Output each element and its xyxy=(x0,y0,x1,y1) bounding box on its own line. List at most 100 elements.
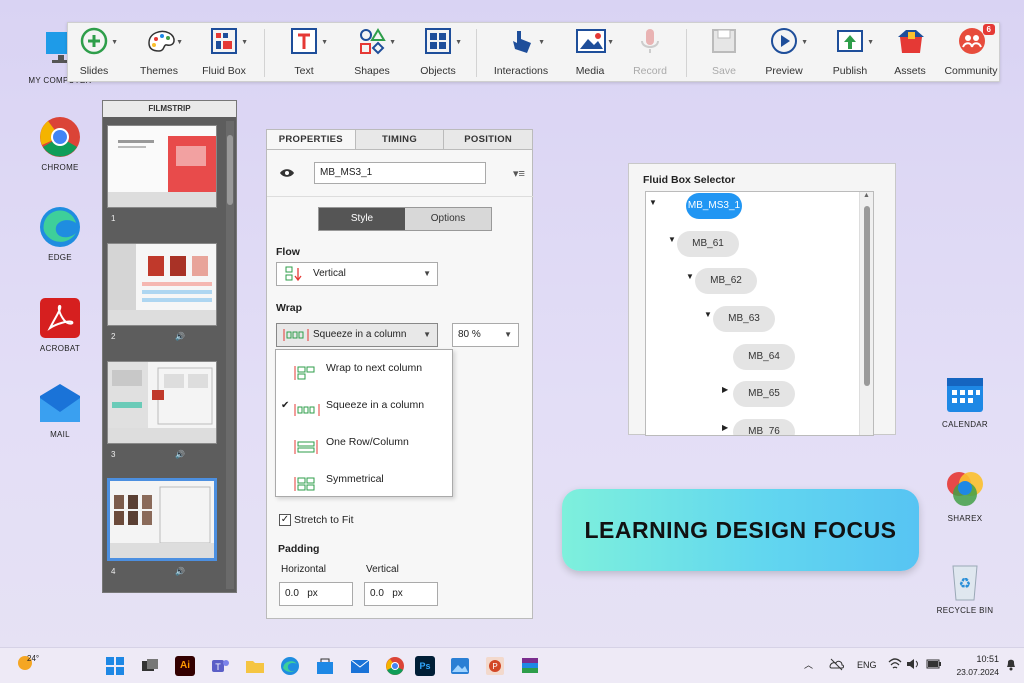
filmstrip-scrollbar[interactable] xyxy=(226,121,234,589)
tree-node-mb-76[interactable]: MB_76 xyxy=(733,419,795,435)
objects-button[interactable]: ▼ Objects xyxy=(414,27,462,81)
slide-thumbnail-2[interactable] xyxy=(107,243,217,326)
tab-position[interactable]: POSITION xyxy=(444,130,532,149)
expand-triangle-icon[interactable]: ▼ xyxy=(649,198,657,207)
tab-properties[interactable]: PROPERTIES xyxy=(267,130,356,149)
tree-node-mb-ms3-1[interactable]: MB_MS3_1 xyxy=(686,193,742,219)
horizontal-padding-input[interactable]: 0.0 px xyxy=(279,582,353,606)
desktop-icon-edge[interactable]: EDGE xyxy=(20,205,100,262)
text-icon: ▼ xyxy=(290,27,328,55)
sharex-icon xyxy=(943,466,987,510)
desktop-icon-sharex[interactable]: SHAREX xyxy=(925,466,1005,523)
expand-triangle-icon[interactable]: ▼ xyxy=(668,235,676,244)
tree-node-mb-62[interactable]: MB_62 xyxy=(695,268,757,294)
teams-icon[interactable]: T xyxy=(210,656,230,676)
expand-triangle-icon[interactable]: ▼ xyxy=(686,272,694,281)
text-button[interactable]: ▼ Text xyxy=(282,27,328,81)
notification-bell-icon[interactable] xyxy=(1005,657,1017,673)
wifi-icon[interactable] xyxy=(888,657,902,673)
publish-button[interactable]: ▼ Publish xyxy=(826,27,874,81)
properties-tabs: PROPERTIES TIMING POSITION xyxy=(267,130,532,150)
audio-icon: 🔊 xyxy=(175,332,185,341)
subtab-options[interactable]: Options xyxy=(405,208,491,230)
wrap-option-symmetrical[interactable]: Symmetrical xyxy=(276,461,454,498)
visibility-eye-icon[interactable] xyxy=(279,166,295,184)
file-explorer-icon[interactable] xyxy=(245,656,265,676)
wrap-percent-dropdown[interactable]: 80 % ▼ xyxy=(452,323,519,347)
desktop-icon-mail[interactable]: MAIL xyxy=(20,382,100,439)
stretch-to-fit-checkbox[interactable]: ✓ xyxy=(279,514,291,526)
tab-timing[interactable]: TIMING xyxy=(356,130,445,149)
scrollbar-thumb[interactable] xyxy=(864,206,870,386)
mail-taskbar-icon[interactable] xyxy=(350,656,370,676)
filmstrip-panel: FILMSTRIP 1 2 🔊 3 🔊 4 🔊 xyxy=(102,100,237,593)
expand-triangle-icon[interactable]: ▼ xyxy=(704,310,712,319)
notification-badge: 6 xyxy=(982,24,995,35)
onedrive-offline-icon[interactable] xyxy=(828,657,844,673)
photoshop-icon[interactable]: Ps xyxy=(415,656,435,676)
tree-scrollbar[interactable]: ▲ xyxy=(859,192,873,435)
toolbar-label: Fluid Box xyxy=(202,65,246,77)
media-button[interactable]: ▼ Media xyxy=(568,27,614,81)
vertical-padding-input[interactable]: 0.0 px xyxy=(364,582,438,606)
flow-dropdown[interactable]: Vertical ▼ xyxy=(276,262,438,286)
powerpoint-icon[interactable]: P xyxy=(485,656,505,676)
desktop-icon-recycle-bin[interactable]: ♻ RECYCLE BIN xyxy=(925,558,1005,615)
desktop-icon-chrome[interactable]: CHROME xyxy=(20,115,100,172)
toolbar-separator xyxy=(686,29,687,77)
winrar-icon[interactable] xyxy=(520,656,540,676)
slide-thumbnail-1[interactable] xyxy=(107,125,217,208)
object-name-field[interactable]: MB_MS3_1 xyxy=(314,162,486,184)
clock-time[interactable]: 10:51 xyxy=(975,654,999,664)
svg-text:♻: ♻ xyxy=(959,575,972,591)
save-button[interactable]: Save xyxy=(702,27,746,81)
tree-node-mb-61[interactable]: MB_61 xyxy=(677,231,739,257)
task-view-icon[interactable] xyxy=(140,656,160,676)
collapse-triangle-icon[interactable]: ▶ xyxy=(722,423,728,432)
shapes-button[interactable]: ▼ Shapes xyxy=(348,27,396,81)
tree-node-mb-64[interactable]: MB_64 xyxy=(733,344,795,370)
tree-node-mb-65[interactable]: MB_65 xyxy=(733,381,795,407)
fluid-box-button[interactable]: ▼ Fluid Box xyxy=(198,27,250,81)
vertical-padding-value: 0.0 xyxy=(370,588,384,599)
chrome-taskbar-icon[interactable] xyxy=(385,656,405,676)
wrap-option-wrap-to-next-column[interactable]: Wrap to next column xyxy=(276,350,454,387)
toolbar-label: Publish xyxy=(832,65,868,77)
language-indicator[interactable]: ENG xyxy=(857,660,877,670)
collapse-triangle-icon[interactable]: ▶ xyxy=(722,385,728,394)
themes-button[interactable]: ▼ Themes xyxy=(134,27,184,81)
wrap-option-squeeze-in-a-column[interactable]: ✔ Squeeze in a column xyxy=(276,387,454,424)
tree-node-mb-63[interactable]: MB_63 xyxy=(713,306,775,332)
desktop-icon-acrobat[interactable]: ACROBAT xyxy=(20,296,100,353)
wrap-label: Wrap xyxy=(276,302,303,314)
show-hidden-icons-chevron[interactable]: ︿ xyxy=(804,658,813,671)
record-button[interactable]: Record xyxy=(628,27,672,81)
scrollbar-thumb[interactable] xyxy=(227,135,233,205)
toolbar-label: Objects xyxy=(420,65,456,77)
desktop-icon-label: SHAREX xyxy=(947,514,983,523)
battery-icon[interactable] xyxy=(926,658,942,672)
assets-button[interactable]: Assets xyxy=(888,27,932,81)
photos-icon[interactable] xyxy=(450,656,470,676)
wrap-option-one-row-column[interactable]: One Row/Column xyxy=(276,424,454,461)
volume-icon[interactable] xyxy=(906,658,920,672)
clock-date[interactable]: 23.07.2024 xyxy=(953,667,999,677)
slides-button[interactable]: ▼ Slides xyxy=(72,27,118,81)
edge-taskbar-icon[interactable] xyxy=(280,656,300,676)
community-button[interactable]: 6 Community xyxy=(942,24,1000,81)
preview-button[interactable]: ▼ Preview xyxy=(762,27,808,81)
interactions-button[interactable]: ▼ Interactions xyxy=(492,27,550,81)
wrap-dropdown[interactable]: Squeeze in a column ▼ xyxy=(276,323,438,347)
filmstrip-title: FILMSTRIP xyxy=(103,101,236,117)
store-icon[interactable] xyxy=(315,656,335,676)
desktop-icon-calendar[interactable]: CALENDAR xyxy=(925,372,1005,429)
subtab-style[interactable]: Style xyxy=(319,208,405,230)
wrap-options-menu: Wrap to next column ✔ Squeeze in a colum… xyxy=(275,349,453,497)
slide-thumbnail-4[interactable] xyxy=(107,478,217,561)
panel-menu-icon[interactable]: ▾≡ xyxy=(513,167,525,180)
slide-thumbnail-3[interactable] xyxy=(107,361,217,444)
svg-text:P: P xyxy=(492,662,497,671)
illustrator-icon[interactable]: Ai xyxy=(175,656,195,676)
start-icon[interactable] xyxy=(105,656,125,676)
scroll-up-icon[interactable]: ▲ xyxy=(863,192,870,199)
